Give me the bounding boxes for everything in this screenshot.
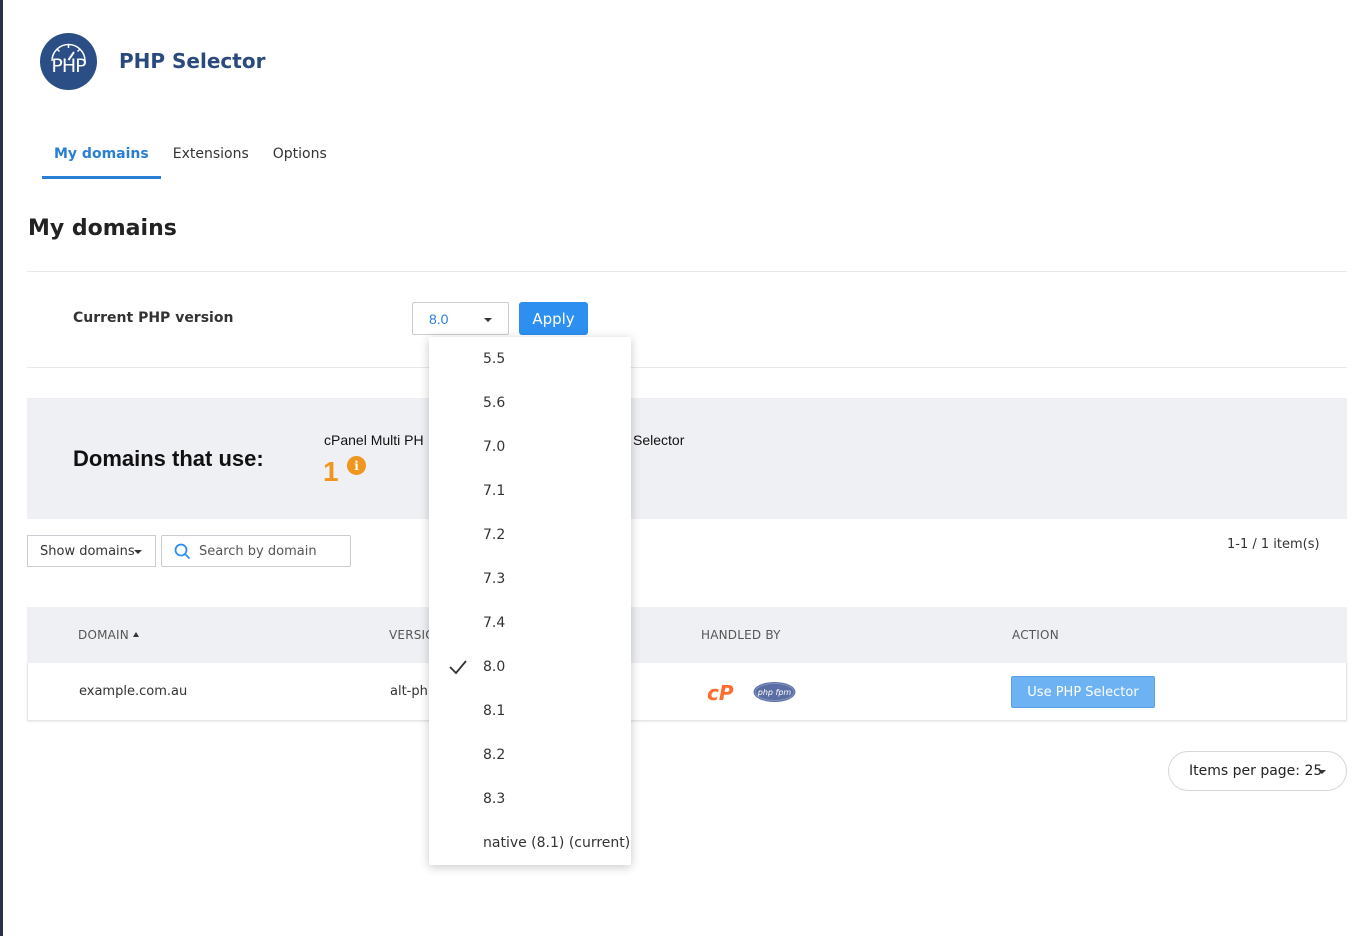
- app-header: PHP PHP Selector: [40, 32, 265, 90]
- php-version-option[interactable]: 8.2: [429, 733, 631, 777]
- chevron-down-icon: [484, 318, 492, 322]
- tab-my-domains[interactable]: My domains: [42, 140, 161, 179]
- pager-count: 1-1 / 1 item(s): [1227, 537, 1320, 552]
- items-per-page-dropdown[interactable]: Items per page: 25: [1168, 751, 1347, 791]
- php-version-option[interactable]: 7.0: [429, 425, 631, 469]
- sort-ascending-icon: [132, 632, 139, 637]
- svg-text:cP: cP: [707, 681, 734, 705]
- php-version-option[interactable]: 8.1: [429, 689, 631, 733]
- table-row: example.com.au alt-php cP php fpm Use PH…: [27, 663, 1347, 721]
- column-header-action: ACTION: [1012, 628, 1059, 642]
- php-fpm-icon: php fpm: [753, 682, 796, 702]
- php-version-option-label: 8.0: [483, 659, 506, 675]
- php-version-selected-value: 8.0: [429, 310, 449, 327]
- divider: [27, 271, 1347, 272]
- php-version-dropdown-menu: 5.5 5.6 7.0 7.1 7.2 7.3 7.4 8.0 8.1 8.2 …: [429, 337, 631, 865]
- domains-count: 1: [323, 456, 339, 487]
- tab-bar: My domains Extensions Options: [42, 140, 339, 179]
- svg-text:php fpm: php fpm: [757, 688, 792, 697]
- column-header-handled-by: HANDLED BY: [701, 628, 781, 642]
- php-version-option[interactable]: 7.2: [429, 513, 631, 557]
- php-logo-text: PHP: [51, 55, 86, 77]
- chevron-down-icon: [134, 550, 142, 554]
- handler-label-php-selector: Selector: [633, 432, 685, 448]
- app-title: PHP Selector: [119, 49, 266, 73]
- chevron-down-icon: [1318, 770, 1326, 774]
- domains-usage-panel: Domains that use: cPanel Multi PH Select…: [27, 398, 1347, 519]
- apply-button[interactable]: Apply: [519, 302, 588, 335]
- php-version-option[interactable]: 7.1: [429, 469, 631, 513]
- php-version-option[interactable]: 7.3: [429, 557, 631, 601]
- domains-usage-title: Domains that use:: [73, 446, 264, 471]
- domain-cell: example.com.au: [79, 684, 188, 699]
- left-rail: [0, 0, 3, 936]
- show-domains-label: Show domains: [40, 543, 135, 559]
- php-version-option[interactable]: 5.6: [429, 381, 631, 425]
- use-php-selector-button[interactable]: Use PHP Selector: [1011, 676, 1155, 708]
- current-php-version-label: Current PHP version: [73, 310, 234, 326]
- php-version-option-selected[interactable]: 8.0: [429, 645, 631, 689]
- search-box[interactable]: [161, 535, 351, 567]
- tab-extensions[interactable]: Extensions: [161, 140, 261, 179]
- search-icon: [174, 543, 191, 559]
- divider: [27, 367, 1347, 368]
- show-domains-dropdown[interactable]: Show domains: [27, 535, 156, 567]
- php-version-option[interactable]: 7.4: [429, 601, 631, 645]
- page-title: My domains: [28, 216, 177, 241]
- php-version-option[interactable]: 8.3: [429, 777, 631, 821]
- php-logo: PHP: [40, 32, 97, 90]
- items-per-page-label: Items per page: 25: [1189, 763, 1323, 779]
- column-header-domain[interactable]: DOMAIN: [78, 628, 139, 642]
- search-input[interactable]: [199, 543, 349, 559]
- tab-options[interactable]: Options: [261, 140, 339, 179]
- cpanel-icon: cP: [707, 681, 734, 705]
- table-header: DOMAIN VERSIO HANDLED BY ACTION: [27, 607, 1347, 663]
- checkmark-icon: [449, 660, 467, 675]
- info-icon[interactable]: i: [347, 456, 366, 475]
- php-version-option[interactable]: native (8.1) (current): [429, 821, 631, 865]
- php-version-option[interactable]: 5.5: [429, 337, 631, 381]
- handler-label: cPanel Multi PH: [324, 432, 424, 448]
- php-version-select[interactable]: 8.0: [412, 302, 509, 335]
